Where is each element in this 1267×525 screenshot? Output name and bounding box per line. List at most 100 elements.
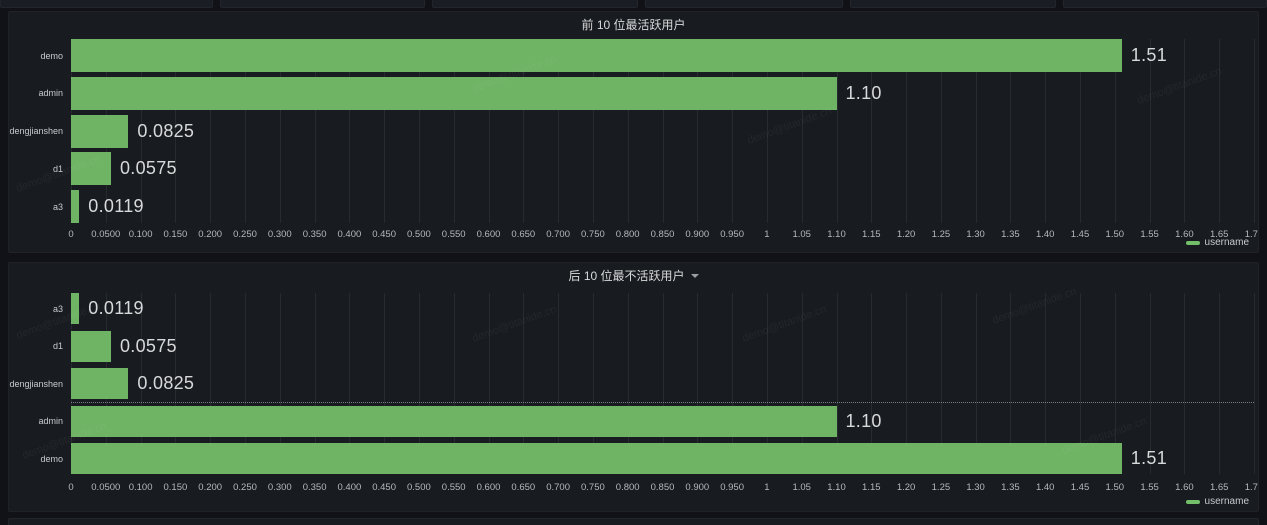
x-axis-tick-label: 0.100 [129, 482, 153, 493]
x-axis-tick-label: 0.200 [198, 229, 222, 240]
bar-value-label: 0.0575 [120, 336, 177, 357]
x-axis-tick-label: 0.450 [372, 229, 396, 240]
bar[interactable] [71, 77, 837, 110]
panel-top-active-users: 前 10 位最活跃用户 demo1.51admin1.10dengjianshe… [8, 11, 1259, 253]
x-axis-tick-label: 0.900 [685, 229, 709, 240]
x-axis-tick-label: 1.05 [792, 229, 811, 240]
x-axis-tick-label: 0.650 [511, 229, 535, 240]
x-axis-tick-label: 0.350 [303, 229, 327, 240]
y-axis-label: a3 [53, 202, 63, 212]
bar[interactable] [71, 368, 128, 399]
legend-label: username [1205, 496, 1249, 507]
x-axis-tick-label: 1.20 [897, 482, 916, 493]
x-axis-tick-label: 0.850 [651, 229, 675, 240]
legend[interactable]: username [1186, 496, 1249, 507]
x-axis-tick-label: 1.15 [862, 229, 881, 240]
cropped-panel-fragment [850, 0, 1056, 8]
x-axis-tick-label: 1.30 [966, 482, 985, 493]
x-axis-tick-label: 1 [764, 482, 769, 493]
x-axis-tick-label: 0.300 [268, 482, 292, 493]
x-axis-tick-label: 0.400 [338, 482, 362, 493]
x-axis-tick-label: 0.150 [164, 482, 188, 493]
x-axis-tick-label: 0.550 [442, 482, 466, 493]
bar-value-label: 1.51 [1131, 448, 1167, 469]
bar-chart-top-active-users: demo1.51admin1.10dengjianshen0.0825d10.0… [9, 12, 1258, 252]
x-axis-tick-label: 1.45 [1071, 482, 1090, 493]
gridline [1254, 39, 1255, 223]
x-axis-tick-label: 1.40 [1036, 229, 1055, 240]
bar-row: a30.0119 [71, 293, 1254, 324]
x-axis-tick-label: 1.10 [827, 229, 846, 240]
x-axis-tick-label: 1.65 [1210, 482, 1229, 493]
x-axis-tick-label: 1.30 [966, 229, 985, 240]
bar-row: admin1.10 [71, 406, 1254, 437]
legend-series-color-icon [1186, 500, 1200, 504]
x-axis-tick-label: 1.25 [932, 229, 951, 240]
x-axis-tick-label: 0.250 [233, 482, 257, 493]
y-axis-label: admin [38, 88, 63, 98]
bar[interactable] [71, 406, 837, 437]
x-axis-tick-label: 1.55 [1140, 482, 1159, 493]
x-axis-tick-label: 0.900 [685, 482, 709, 493]
y-axis-label: demo [40, 454, 63, 464]
bar-rows: a30.0119 d10.0575 dengjianshen0.0825 admin1… [71, 293, 1254, 474]
cropped-panel-fragment [8, 518, 1259, 525]
x-axis-tick-label: 0.400 [338, 229, 362, 240]
bar-value-label: 0.0119 [88, 298, 144, 319]
x-axis-tick-label: 0.0500 [91, 482, 120, 493]
x-axis-tick-label: 0.600 [477, 229, 501, 240]
x-axis: 00.05000.1000.1500.2000.2500.3000.3500.4… [71, 229, 1254, 241]
x-axis-tick-label: 0.950 [720, 229, 744, 240]
x-axis-tick-label: 0.250 [233, 229, 257, 240]
x-axis-tick-label: 1.40 [1036, 482, 1055, 493]
bar-row: d10.0575 [71, 331, 1254, 362]
x-axis-tick-label: 0.150 [164, 229, 188, 240]
x-axis-tick-label: 1.45 [1071, 229, 1090, 240]
x-axis-tick-label: 1.15 [862, 482, 881, 493]
bar[interactable] [71, 39, 1122, 72]
x-axis-tick-label: 0.200 [198, 482, 222, 493]
legend[interactable]: username [1186, 237, 1249, 248]
x-axis-tick-label: 1.25 [932, 482, 951, 493]
bar-row: admin1.10 [71, 77, 1254, 110]
x-axis-tick-label: 1.50 [1106, 229, 1125, 240]
legend-label: username [1205, 237, 1249, 248]
threshold-line [71, 402, 1254, 403]
x-axis-tick-label: 1.20 [897, 229, 916, 240]
cropped-panel-fragment [1063, 0, 1267, 8]
x-axis-tick-label: 0.950 [720, 482, 744, 493]
x-axis-tick-label: 0.450 [372, 482, 396, 493]
cropped-panel-fragment [220, 0, 425, 8]
x-axis-tick-label: 1.35 [1001, 482, 1020, 493]
bar-value-label: 1.51 [1131, 45, 1167, 66]
bar[interactable] [71, 152, 111, 185]
gridline [1254, 293, 1255, 474]
bar[interactable] [71, 293, 79, 324]
y-axis-label: demo [40, 51, 63, 61]
x-axis-tick-label: 0 [68, 229, 73, 240]
x-axis-tick-label: 0.700 [546, 482, 570, 493]
bar[interactable] [71, 115, 128, 148]
x-axis-tick-label: 1.70 [1245, 482, 1259, 493]
x-axis-tick-label: 0 [68, 482, 73, 493]
x-axis-tick-label: 0.550 [442, 229, 466, 240]
bar[interactable] [71, 190, 79, 223]
bar[interactable] [71, 331, 111, 362]
x-axis-tick-label: 1 [764, 229, 769, 240]
x-axis-tick-label: 0.750 [581, 482, 605, 493]
cropped-panel-fragment [432, 0, 638, 8]
bar-row: dengjianshen0.0825 [71, 115, 1254, 148]
bar-row: dengjianshen0.0825 [71, 368, 1254, 399]
x-axis-tick-label: 0.350 [303, 482, 327, 493]
x-axis-tick-label: 0.850 [651, 482, 675, 493]
bar-rows: demo1.51admin1.10dengjianshen0.0825d10.0… [71, 39, 1254, 223]
bar-value-label: 1.10 [846, 83, 882, 104]
bar-value-label: 0.0825 [137, 121, 194, 142]
legend-series-color-icon [1186, 241, 1200, 245]
panel-least-active-users: 后 10 位最不活跃用户 a30.0119d10.0575dengjianshe… [8, 262, 1259, 512]
bar[interactable] [71, 443, 1122, 474]
bar-row: demo1.51 [71, 443, 1254, 474]
x-axis-tick-label: 1.05 [792, 482, 811, 493]
x-axis-tick-label: 1.55 [1140, 229, 1159, 240]
x-axis-tick-label: 0.650 [511, 482, 535, 493]
